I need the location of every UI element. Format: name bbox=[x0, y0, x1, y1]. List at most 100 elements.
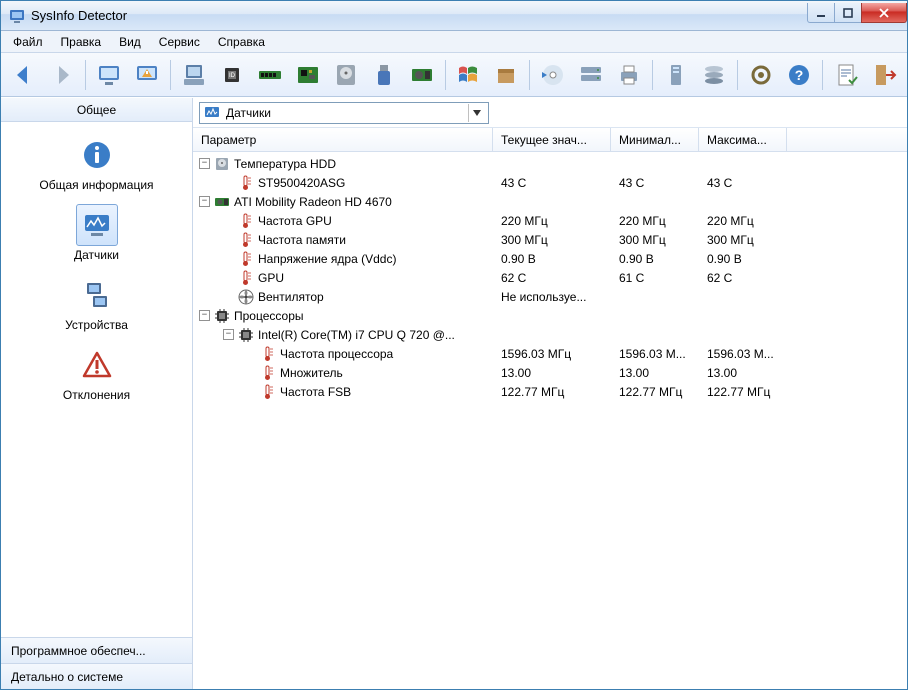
tool-cd-icon[interactable] bbox=[536, 57, 570, 93]
tool-server-icon[interactable] bbox=[659, 57, 693, 93]
tree-item[interactable]: Частота памяти300 МГц300 МГц300 МГц bbox=[193, 230, 907, 249]
sidebar-item-label: Датчики bbox=[74, 248, 119, 262]
sidebar-header: Общее bbox=[1, 98, 192, 122]
tool-gpu-icon[interactable] bbox=[405, 57, 439, 93]
tree-item[interactable]: Частота процессора1596.03 МГц1596.03 М..… bbox=[193, 344, 907, 363]
menubar: Файл Правка Вид Сервис Справка bbox=[1, 31, 907, 53]
tool-exit-icon[interactable] bbox=[867, 57, 901, 93]
cell-max: 43 C bbox=[699, 176, 787, 190]
tool-printers-icon[interactable] bbox=[612, 57, 646, 93]
warning-icon bbox=[81, 349, 113, 381]
tool-ram-icon[interactable] bbox=[253, 57, 287, 93]
temp-icon bbox=[260, 365, 276, 381]
sidebar-items: Общая информация Датчики Устройства Откл… bbox=[1, 122, 192, 637]
tree-item[interactable]: ВентиляторНе используе... bbox=[193, 287, 907, 306]
gpu-icon bbox=[214, 194, 230, 210]
tool-windows-icon[interactable] bbox=[451, 57, 485, 93]
temp-icon bbox=[260, 346, 276, 362]
close-button[interactable] bbox=[861, 3, 907, 23]
tree-item[interactable]: Множитель13.0013.0013.00 bbox=[193, 363, 907, 382]
tool-package-icon[interactable] bbox=[489, 57, 523, 93]
sidebar-item-label: Устройства bbox=[65, 318, 128, 332]
svg-text:ID: ID bbox=[229, 73, 236, 79]
sidebar-footer-software[interactable]: Программное обеспеч... bbox=[1, 637, 192, 663]
tree-group[interactable]: −Процессоры bbox=[193, 306, 907, 325]
cell-cur: 220 МГц bbox=[493, 214, 611, 228]
back-button[interactable] bbox=[7, 57, 41, 93]
toggle-collapse[interactable]: − bbox=[199, 310, 210, 321]
tree-item[interactable]: Частота FSB122.77 МГц122.77 МГц122.77 МГ… bbox=[193, 382, 907, 401]
tool-help-icon[interactable]: ? bbox=[782, 57, 816, 93]
cell-max: 300 МГц bbox=[699, 233, 787, 247]
toggle-collapse[interactable]: − bbox=[199, 158, 210, 169]
column-max[interactable]: Максима... bbox=[699, 128, 787, 151]
row-label: Intel(R) Core(TM) i7 CPU Q 720 @... bbox=[258, 328, 455, 342]
menu-edit[interactable]: Правка bbox=[53, 33, 110, 51]
tool-monitor-icon[interactable] bbox=[92, 57, 126, 93]
sensor-tree[interactable]: −Температура HDDST9500420ASG43 C43 C43 C… bbox=[193, 152, 907, 689]
sidebar-item-label: Общая информация bbox=[39, 178, 153, 192]
info-icon bbox=[81, 139, 113, 171]
category-row: Датчики bbox=[193, 98, 907, 128]
sidebar-footer-details[interactable]: Детально о системе bbox=[1, 663, 192, 689]
menu-help[interactable]: Справка bbox=[210, 33, 273, 51]
tree-item[interactable]: ST9500420ASG43 C43 C43 C bbox=[193, 173, 907, 192]
tool-computer-icon[interactable] bbox=[177, 57, 211, 93]
toolbar-separator bbox=[737, 60, 738, 90]
tool-drives-icon[interactable] bbox=[574, 57, 608, 93]
row-label: ST9500420ASG bbox=[258, 176, 345, 190]
temp-icon bbox=[260, 384, 276, 400]
app-window: SysInfo Detector Файл Правка Вид Сервис … bbox=[0, 0, 908, 690]
tool-report-icon[interactable] bbox=[829, 57, 863, 93]
minimize-button[interactable] bbox=[807, 3, 835, 23]
svg-text:?: ? bbox=[795, 67, 804, 83]
menu-file[interactable]: Файл bbox=[5, 33, 51, 51]
cell-cur: 1596.03 МГц bbox=[493, 347, 611, 361]
sidebar-item-sensors[interactable]: Датчики bbox=[1, 200, 192, 268]
forward-button[interactable] bbox=[45, 57, 79, 93]
toolbar-separator bbox=[529, 60, 530, 90]
sidebar-item-general-info[interactable]: Общая информация bbox=[1, 130, 192, 198]
tool-board-icon[interactable] bbox=[291, 57, 325, 93]
row-label: Частота памяти bbox=[258, 233, 346, 247]
column-param[interactable]: Параметр bbox=[193, 128, 493, 151]
tree-item[interactable]: GPU62 C61 C62 C bbox=[193, 268, 907, 287]
cell-min: 1596.03 М... bbox=[611, 347, 699, 361]
tool-warning-monitor-icon[interactable] bbox=[130, 57, 164, 93]
category-combo[interactable]: Датчики bbox=[199, 102, 489, 124]
row-label: Температура HDD bbox=[234, 157, 336, 171]
temp-icon bbox=[238, 251, 254, 267]
toggle-collapse[interactable]: − bbox=[199, 196, 210, 207]
cpu-icon bbox=[238, 327, 254, 343]
tool-settings-icon[interactable] bbox=[744, 57, 778, 93]
cell-cur: 13.00 bbox=[493, 366, 611, 380]
cell-cur: Не используе... bbox=[493, 290, 611, 304]
tree-group[interactable]: − Intel(R) Core(TM) i7 CPU Q 720 @... bbox=[193, 325, 907, 344]
menu-view[interactable]: Вид bbox=[111, 33, 149, 51]
tree-group[interactable]: −ATI Mobility Radeon HD 4670 bbox=[193, 192, 907, 211]
tool-hdd-icon[interactable] bbox=[329, 57, 363, 93]
maximize-button[interactable] bbox=[834, 3, 862, 23]
cell-min: 43 C bbox=[611, 176, 699, 190]
devices-icon bbox=[81, 279, 113, 311]
tree-item[interactable]: Частота GPU220 МГц220 МГц220 МГц bbox=[193, 211, 907, 230]
tool-usb-icon[interactable] bbox=[367, 57, 401, 93]
chevron-down-icon bbox=[468, 104, 484, 122]
menu-service[interactable]: Сервис bbox=[151, 33, 208, 51]
cpu-icon bbox=[214, 308, 230, 324]
temp-icon bbox=[238, 213, 254, 229]
toolbar-separator bbox=[170, 60, 171, 90]
cell-min: 122.77 МГц bbox=[611, 385, 699, 399]
sidebar-item-devices[interactable]: Устройства bbox=[1, 270, 192, 338]
toggle-collapse[interactable]: − bbox=[223, 329, 234, 340]
cell-max: 1596.03 М... bbox=[699, 347, 787, 361]
column-min[interactable]: Минимал... bbox=[611, 128, 699, 151]
column-current[interactable]: Текущее знач... bbox=[493, 128, 611, 151]
cell-min: 61 C bbox=[611, 271, 699, 285]
tree-group[interactable]: − Температура HDD bbox=[193, 154, 907, 173]
tool-chip-icon[interactable]: ID bbox=[215, 57, 249, 93]
tree-item[interactable]: Напряжение ядра (Vddc)0.90 В0.90 В0.90 В bbox=[193, 249, 907, 268]
row-label: Частота процессора bbox=[280, 347, 393, 361]
tool-stack-icon[interactable] bbox=[697, 57, 731, 93]
sidebar-item-deviations[interactable]: Отклонения bbox=[1, 340, 192, 408]
